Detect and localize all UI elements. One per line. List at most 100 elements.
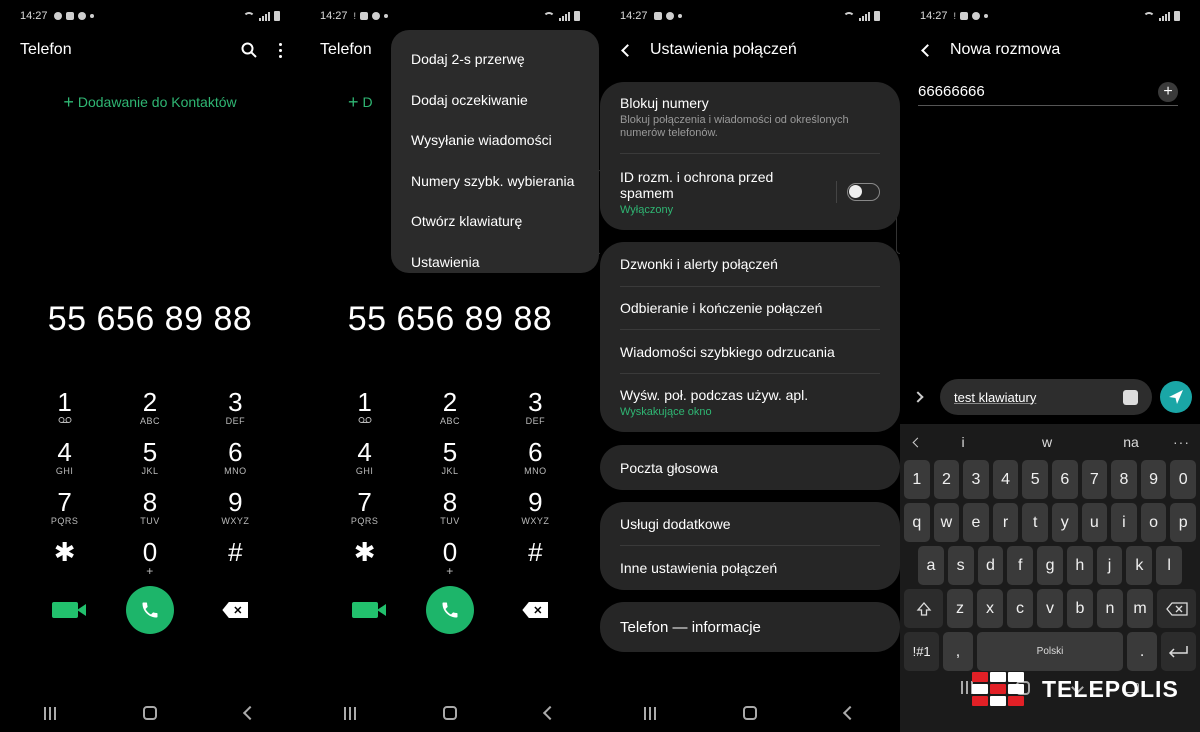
key[interactable]: k — [1126, 546, 1153, 585]
key-6[interactable]: 6 MNO — [193, 438, 278, 478]
key[interactable]: 4 — [992, 460, 1019, 499]
key[interactable]: 1 — [904, 460, 930, 499]
key[interactable]: y — [1051, 503, 1078, 542]
key[interactable]: u — [1081, 503, 1108, 542]
key-9[interactable]: 9 WXYZ — [193, 488, 278, 528]
back-icon[interactable] — [842, 705, 858, 721]
key[interactable]: j — [1096, 546, 1123, 585]
backspace-icon[interactable]: ✕ — [522, 602, 549, 618]
key-6[interactable]: 6 MNO — [493, 438, 578, 478]
answering-row[interactable]: Odbieranie i kończenie połączeń — [620, 287, 880, 330]
message-input[interactable]: test klawiatury — [940, 379, 1152, 415]
key-hash[interactable]: # — [193, 538, 278, 578]
key[interactable]: w — [933, 503, 960, 542]
key[interactable]: i — [1111, 503, 1137, 542]
key[interactable]: m — [1127, 589, 1153, 628]
key[interactable]: z — [947, 589, 973, 628]
key[interactable]: a — [918, 546, 944, 585]
video-call-icon[interactable] — [51, 602, 86, 618]
key[interactable]: 3 — [963, 460, 989, 499]
backspace-icon[interactable]: ✕ — [222, 602, 249, 618]
key[interactable]: r — [992, 503, 1019, 542]
key-7[interactable]: 7 PQRS — [22, 488, 107, 528]
home-icon[interactable] — [443, 706, 457, 720]
popup-row[interactable]: Wyśw. poł. podczas używ. apl. Wyskakując… — [620, 374, 880, 430]
voicemail-row[interactable]: Poczta głosowa — [620, 445, 880, 490]
key-4[interactable]: 4 GHI — [322, 438, 407, 478]
more-icon[interactable]: ··· — [1173, 434, 1190, 450]
recent-apps-icon[interactable] — [44, 706, 56, 720]
supplementary-row[interactable]: Usługi dodatkowe — [620, 502, 880, 546]
key[interactable]: 5 — [1022, 460, 1048, 499]
key-8[interactable]: 8 TUV — [407, 488, 492, 528]
quick-decline-row[interactable]: Wiadomości szybkiego odrzucania — [620, 330, 880, 374]
key[interactable]: n — [1097, 589, 1123, 628]
key[interactable]: f — [1007, 546, 1034, 585]
key-7[interactable]: 7 PQRS — [322, 488, 407, 528]
block-numbers-row[interactable]: Blokuj numery Blokuj połączenia i wiadom… — [620, 82, 880, 154]
recent-apps-icon[interactable] — [344, 706, 356, 720]
backspace-key[interactable] — [1157, 589, 1196, 628]
key-8[interactable]: 8 TUV — [107, 488, 192, 528]
key[interactable]: 6 — [1051, 460, 1078, 499]
enter-key[interactable] — [1160, 632, 1196, 671]
suggestion-3[interactable]: na — [1089, 434, 1173, 450]
key[interactable]: c — [1007, 589, 1033, 628]
key-5[interactable]: 5 JKL — [107, 438, 192, 478]
add-to-contacts-link[interactable]: + Dodawanie do Kontaktów — [0, 92, 300, 113]
key[interactable]: t — [1022, 503, 1048, 542]
key[interactable]: e — [963, 503, 989, 542]
add-recipient-icon[interactable]: + — [1158, 81, 1178, 102]
video-call-icon[interactable] — [351, 602, 386, 618]
comma-key[interactable]: , — [943, 632, 973, 671]
key-0[interactable]: 0 + — [107, 538, 192, 578]
key[interactable]: h — [1066, 546, 1093, 585]
sticker-icon[interactable] — [1123, 389, 1138, 405]
key[interactable]: x — [977, 589, 1003, 628]
call-button[interactable] — [125, 586, 174, 634]
search-icon[interactable] — [241, 42, 257, 58]
home-icon[interactable] — [143, 706, 157, 720]
key[interactable]: v — [1037, 589, 1063, 628]
key[interactable]: p — [1170, 503, 1196, 542]
symbols-key[interactable]: !#1 — [904, 632, 940, 671]
menu-item-speed-dial[interactable]: Numery szybk. wybierania — [391, 161, 599, 202]
expand-chevron-icon[interactable] — [912, 391, 924, 403]
ringtones-row[interactable]: Dzwonki i alerty połączeń — [620, 242, 880, 287]
key-2[interactable]: 2 ABC — [107, 388, 192, 428]
back-arrow-icon[interactable] — [621, 43, 634, 57]
other-settings-row[interactable]: Inne ustawienia połączeń — [620, 546, 880, 590]
key-5[interactable]: 5 JKL — [407, 438, 492, 478]
recent-apps-icon[interactable] — [644, 706, 656, 720]
key-4[interactable]: 4 GHI — [22, 438, 107, 478]
key[interactable]: 9 — [1140, 460, 1167, 499]
key[interactable]: 8 — [1111, 460, 1137, 499]
key[interactable]: 7 — [1081, 460, 1108, 499]
key-hash[interactable]: # — [493, 538, 578, 578]
menu-item-send-message[interactable]: Wysyłanie wiadomości — [391, 120, 599, 161]
key[interactable]: q — [904, 503, 930, 542]
key-2[interactable]: 2 ABC — [407, 388, 492, 428]
back-icon[interactable] — [542, 705, 558, 721]
back-arrow-icon[interactable] — [921, 43, 934, 57]
key-1[interactable]: 1 — [22, 388, 107, 428]
call-button[interactable] — [425, 586, 474, 634]
space-key[interactable]: Polski — [976, 632, 1124, 671]
key-3[interactable]: 3 DEF — [193, 388, 278, 428]
key[interactable]: g — [1037, 546, 1063, 585]
key[interactable]: d — [977, 546, 1004, 585]
key[interactable]: 0 — [1170, 460, 1196, 499]
send-button[interactable] — [1160, 381, 1192, 413]
suggestion-1[interactable]: i — [921, 434, 1005, 450]
suggestion-2[interactable]: w — [1005, 434, 1089, 450]
about-row[interactable]: Telefon — informacje — [620, 602, 880, 652]
key-3[interactable]: 3 DEF — [493, 388, 578, 428]
key[interactable]: b — [1067, 589, 1093, 628]
key[interactable]: s — [947, 546, 974, 585]
back-icon[interactable] — [242, 705, 258, 721]
key[interactable]: l — [1156, 546, 1183, 585]
key-star[interactable]: ✱ — [22, 538, 107, 578]
menu-item-add-wait[interactable]: Dodaj oczekiwanie — [391, 80, 599, 121]
key-star[interactable]: ✱ — [322, 538, 407, 578]
caller-id-toggle[interactable] — [847, 183, 880, 201]
